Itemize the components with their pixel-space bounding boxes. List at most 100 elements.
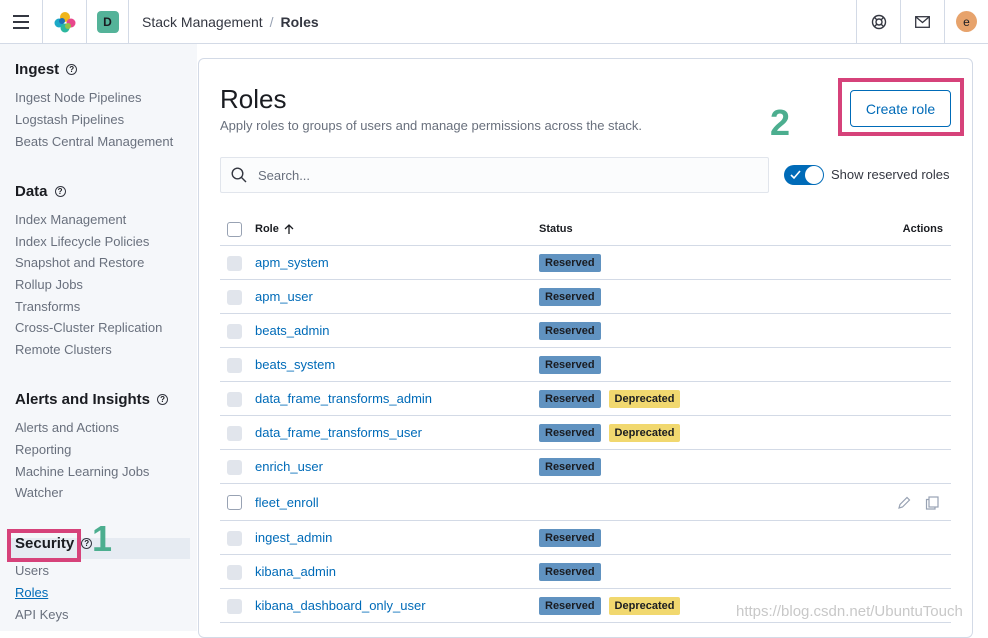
status-badges: Reserved — [539, 563, 601, 581]
sidebar-item-transforms[interactable]: Transforms — [15, 299, 80, 314]
column-header-status: Status — [539, 223, 573, 235]
deprecated-badge: Deprecated — [608, 424, 681, 442]
elastic-logo-link[interactable] — [43, 0, 87, 44]
row-checkbox — [227, 598, 242, 614]
sidebar-item-rollup-jobs[interactable]: Rollup Jobs — [15, 277, 83, 292]
role-name-link[interactable]: kibana_dashboard_only_user — [255, 598, 426, 613]
question-icon[interactable]: ? — [66, 64, 78, 75]
row-checkbox — [227, 323, 242, 339]
role-name-link[interactable]: apm_user — [255, 289, 313, 304]
user-menu-button[interactable]: e — [944, 0, 988, 44]
role-name-link[interactable]: fleet_enroll — [255, 495, 319, 510]
sidebar-item-alerts-and-actions[interactable]: Alerts and Actions — [15, 420, 119, 435]
reserved-badge: Reserved — [539, 458, 601, 476]
role-name-link[interactable]: data_frame_transforms_admin — [255, 391, 432, 406]
table-row: apm_user Reserved — [220, 280, 951, 314]
space-selector[interactable]: D — [87, 0, 129, 44]
table-row: data_frame_transforms_user Reserved Deprec… — [220, 416, 951, 450]
reserved-badge: Reserved — [539, 356, 601, 374]
status-badges: Reserved — [539, 322, 601, 340]
hamburger-icon — [13, 14, 29, 29]
role-name-link[interactable]: beats_system — [255, 357, 335, 372]
copy-icon[interactable] — [925, 495, 939, 510]
row-checkbox — [227, 289, 242, 305]
question-icon[interactable]: ? — [54, 186, 66, 197]
deprecated-badge: Deprecated — [608, 597, 681, 615]
pencil-icon[interactable] — [897, 496, 911, 510]
menu-button[interactable] — [0, 0, 43, 44]
create-role-button[interactable]: Create role — [850, 90, 951, 127]
space-avatar: D — [96, 10, 119, 33]
reserved-badge: Reserved — [539, 254, 601, 272]
column-header-role[interactable]: Role — [255, 223, 294, 235]
reserved-badge: Reserved — [539, 563, 601, 581]
sidebar-item-api-keys[interactable]: API Keys — [15, 607, 68, 622]
sidebar-item-cross-cluster-replication[interactable]: Cross-Cluster Replication — [15, 320, 162, 335]
sidebar-item-machine-learning-jobs[interactable]: Machine Learning Jobs — [15, 464, 149, 479]
breadcrumb-stack-management[interactable]: Stack Management — [142, 14, 263, 30]
question-icon[interactable]: ? — [81, 538, 93, 549]
table-header: Role Status Actions — [220, 214, 951, 246]
role-name-link[interactable]: apm_system — [255, 255, 329, 270]
status-badges: Reserved — [539, 529, 601, 547]
breadcrumb: Stack Management / Roles — [129, 14, 856, 30]
section-title-alerts-and-insights: Alerts and Insights? — [15, 391, 169, 408]
reserved-badge: Reserved — [539, 529, 601, 547]
reserved-badge: Reserved — [539, 322, 601, 340]
sidebar-item-index-lifecycle-policies[interactable]: Index Lifecycle Policies — [15, 234, 149, 249]
check-icon — [790, 170, 801, 180]
breadcrumb-roles: Roles — [280, 13, 319, 30]
annotation-step-1: 1 — [92, 518, 113, 559]
row-checkbox — [227, 255, 242, 271]
page-subtitle: Apply roles to groups of users and manag… — [220, 118, 642, 133]
show-reserved-roles-label: Show reserved roles — [831, 167, 950, 182]
row-checkbox[interactable] — [227, 495, 242, 510]
help-button[interactable] — [856, 0, 900, 44]
row-checkbox — [227, 459, 242, 475]
row-actions — [897, 495, 939, 510]
table-row: kibana_admin Reserved — [220, 555, 951, 589]
row-checkbox — [227, 564, 242, 580]
sidebar-item-beats-central-management[interactable]: Beats Central Management — [15, 134, 173, 149]
role-name-link[interactable]: kibana_admin — [255, 564, 336, 579]
row-checkbox — [227, 425, 242, 441]
sidebar-item-reporting[interactable]: Reporting — [15, 442, 71, 457]
sidebar-item-remote-clusters[interactable]: Remote Clusters — [15, 342, 112, 357]
sidebar-item-roles[interactable]: Roles — [15, 585, 48, 600]
search-box — [220, 157, 769, 193]
table-row: enrich_user Reserved — [220, 450, 951, 484]
role-name-link[interactable]: ingest_admin — [255, 530, 332, 545]
newsfeed-button[interactable] — [900, 0, 944, 44]
status-badges: Reserved Deprecated — [539, 597, 681, 615]
sidebar-item-ingest-node-pipelines[interactable]: Ingest Node Pipelines — [15, 90, 141, 105]
user-avatar: e — [956, 11, 977, 32]
mail-icon — [915, 15, 930, 28]
sidebar-item-watcher[interactable]: Watcher — [15, 485, 63, 500]
table-row: data_frame_transforms_admin Reserved Depre… — [220, 382, 951, 416]
role-name-link[interactable]: beats_admin — [255, 323, 329, 338]
help-lifebuoy-icon — [871, 14, 886, 29]
reserved-badge: Reserved — [539, 597, 601, 615]
annotation-step-2: 2 — [770, 102, 791, 143]
role-name-link[interactable]: enrich_user — [255, 459, 323, 474]
role-name-link[interactable]: data_frame_transforms_user — [255, 425, 422, 440]
sidebar-item-users[interactable]: Users — [15, 563, 49, 578]
table-row: fleet_enroll — [220, 484, 951, 521]
section-title-ingest: Ingest? — [15, 61, 78, 78]
table-row: ingest_admin Reserved — [220, 521, 951, 555]
status-badges: Reserved Deprecated — [539, 424, 681, 442]
search-icon — [231, 167, 247, 183]
search-input[interactable] — [256, 166, 736, 184]
top-header: D Stack Management / Roles e — [0, 0, 988, 44]
status-badges: Reserved — [539, 356, 601, 374]
select-all-checkbox[interactable] — [227, 222, 242, 237]
status-badges: Reserved — [539, 458, 601, 476]
page-title: Roles — [220, 84, 287, 114]
table-row: beats_system Reserved — [220, 348, 951, 382]
sidebar-item-logstash-pipelines[interactable]: Logstash Pipelines — [15, 112, 124, 127]
deprecated-badge: Deprecated — [608, 390, 681, 408]
sidebar-item-index-management[interactable]: Index Management — [15, 212, 126, 227]
show-reserved-roles-toggle[interactable] — [784, 165, 824, 185]
question-icon[interactable]: ? — [157, 394, 169, 405]
sidebar-item-snapshot-and-restore[interactable]: Snapshot and Restore — [15, 255, 144, 270]
